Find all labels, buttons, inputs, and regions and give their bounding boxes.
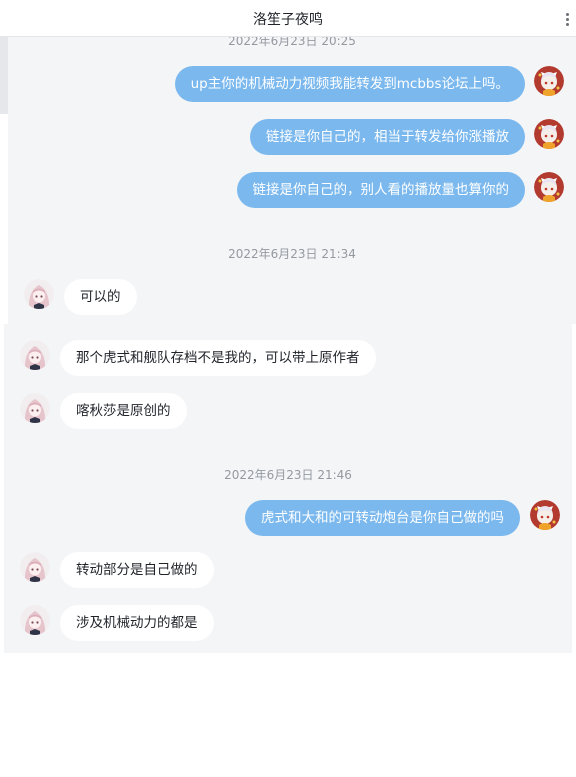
message-bubble-sent: 虎式和大和的可转动炮台是你自己做的吗	[245, 500, 520, 536]
contact-avatar[interactable]	[20, 393, 50, 423]
contact-avatar[interactable]	[24, 279, 54, 309]
more-vertical-icon[interactable]	[566, 13, 570, 27]
left-edge-strip	[0, 36, 8, 114]
timestamp: 2022年6月23日 21:34	[228, 247, 356, 261]
user-avatar[interactable]	[534, 172, 564, 202]
message-bubble-received: 喀秋莎是原创的	[60, 393, 187, 429]
chat-header: 洛笙子夜鸣	[0, 0, 576, 37]
message-bubble-sent: 链接是你自己的，相当于转发给你涨播放	[250, 119, 525, 155]
user-avatar[interactable]	[534, 66, 564, 96]
message-list-upper: 2022年6月23日 20:25 up主你的机械动力视频我能转发到mcbbs论坛…	[8, 36, 576, 324]
contact-name: 洛笙子夜鸣	[253, 12, 323, 28]
message-list-lower: 那个虎式和舰队存档不是我的，可以带上原作者 喀秋莎是原创的 2022年6月23日…	[4, 324, 572, 653]
user-avatar[interactable]	[534, 119, 564, 149]
message-bubble-sent: up主你的机械动力视频我能转发到mcbbs论坛上吗。	[174, 66, 525, 102]
contact-avatar[interactable]	[20, 340, 50, 370]
timestamp: 2022年6月23日 21:46	[224, 468, 352, 482]
contact-avatar[interactable]	[20, 605, 50, 635]
message-bubble-received: 涉及机械动力的都是	[60, 605, 214, 641]
contact-avatar[interactable]	[20, 552, 50, 582]
timestamp: 2022年6月23日 20:25	[228, 36, 356, 48]
message-bubble-sent: 链接是你自己的，别人看的播放量也算你的	[236, 172, 525, 208]
message-bubble-received: 可以的	[64, 279, 137, 315]
message-bubble-received: 转动部分是自己做的	[60, 552, 214, 588]
message-bubble-received: 那个虎式和舰队存档不是我的，可以带上原作者	[60, 340, 376, 376]
chat-window: 洛笙子夜鸣 2022年6月23日 20:25 up主你的机械动力视频我能转发到m…	[0, 0, 576, 777]
user-avatar[interactable]	[530, 500, 560, 530]
